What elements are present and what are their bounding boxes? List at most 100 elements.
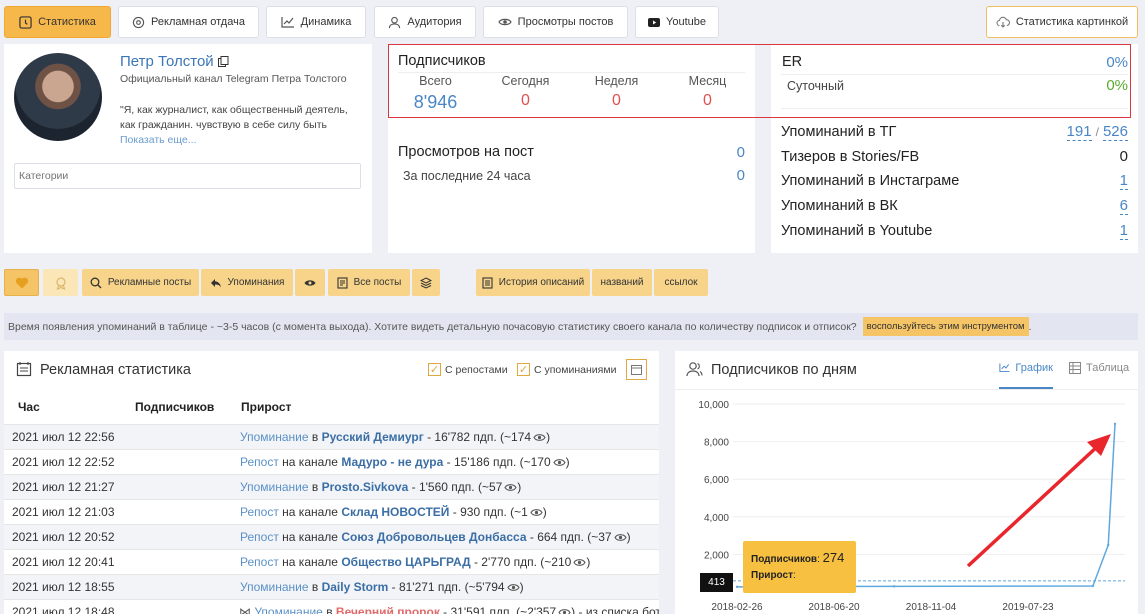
use-tool-button[interactable]: воспользуйтесь этим инструментом <box>862 317 1029 336</box>
row-mid: в <box>311 580 319 594</box>
eye-icon <box>497 18 512 26</box>
history-names-button[interactable]: названий <box>592 269 652 296</box>
row-info: - 664 пдп. (~37 <box>529 530 612 544</box>
list-icon <box>482 276 493 289</box>
channel-link[interactable]: Союз Добровольцев Донбасса <box>341 530 526 544</box>
eye-icon <box>553 459 566 466</box>
channel-link[interactable]: Daily Storm <box>322 580 389 594</box>
calendar-button[interactable] <box>626 359 647 380</box>
row-time: 2021 июл 12 22:56 <box>12 430 115 444</box>
subscribers-title: Подписчиков <box>398 53 486 69</box>
user-icon <box>389 16 401 28</box>
tab-chart[interactable]: График <box>999 362 1053 389</box>
x-tick-label: 2018-02-26 <box>711 602 763 613</box>
col-subscribers: Подписчиков <box>135 400 215 414</box>
history-links-button[interactable]: ссылок <box>654 269 708 296</box>
eye-icon <box>506 584 520 591</box>
mention-type-link[interactable]: Репост <box>240 555 279 569</box>
row-mid: на канале <box>282 505 338 519</box>
show-more-link[interactable]: Показать еще... <box>120 134 197 146</box>
row-time: 2021 июл 12 20:52 <box>12 530 115 544</box>
categories-input[interactable] <box>14 163 361 189</box>
history-descriptions-button[interactable]: История описаний <box>476 269 590 296</box>
mentions-button[interactable]: Упоминания <box>201 269 293 296</box>
subs-today: Сегодня 0 <box>501 74 550 109</box>
row-info: - 31'591 пдп. (~2'357 <box>443 605 557 614</box>
mention-type-link[interactable]: Репост <box>240 505 279 519</box>
eye-icon <box>573 559 586 566</box>
chart-line-icon <box>999 363 1010 372</box>
mention-type-link[interactable]: Упоминание <box>240 480 309 494</box>
y-tick-label: 6,000 <box>704 475 729 486</box>
er-daily-value: 0% <box>1106 77 1128 94</box>
row-info: - 16'782 пдп. (~174 <box>427 430 532 444</box>
mention-type-link[interactable]: Упоминание <box>254 605 323 614</box>
profile-card: Петр Толстой Официальный канал Telegram … <box>4 44 372 253</box>
badge-button[interactable] <box>43 269 78 296</box>
chart-tooltip: Подписчиков: 274 Прирост: <box>743 541 856 593</box>
row-close: ) <box>517 480 522 494</box>
x-tick-label: 2018-11-04 <box>906 602 957 613</box>
channel-link[interactable]: Мадуро - не дура <box>341 455 443 469</box>
tab-youtube[interactable]: Youtube <box>635 6 719 38</box>
picture-stats-button[interactable]: Статистика картинкой <box>986 6 1138 38</box>
row-info: - 2'770 пдп. (~210 <box>473 555 572 569</box>
channel-link[interactable]: Вечерний пророк <box>336 605 440 614</box>
megaphone-icon <box>132 16 145 28</box>
calendar-book-icon <box>16 362 32 377</box>
row-time: 2021 июл 12 18:48 <box>12 605 115 614</box>
tab-table[interactable]: Таблица <box>1069 362 1129 374</box>
mentions-checkbox[interactable]: ✓ С упоминаниями <box>517 363 616 376</box>
table-row: 2021 июл 12 20:41 Репост на канале Общест… <box>4 549 659 574</box>
channel-link[interactable]: Склад НОВОСТЕЙ <box>341 505 449 519</box>
table-row: 2021 июл 12 22:56 Упоминание в Русский Де… <box>4 424 659 449</box>
er-card: ER 0% Суточный 0% Упоминаний в ТГ 191 / … <box>771 44 1138 253</box>
mention-type-link[interactable]: Упоминание <box>240 430 309 444</box>
award-icon <box>55 276 66 290</box>
favorite-button[interactable] <box>4 269 39 296</box>
row-mid: в <box>311 480 319 494</box>
row-info: - 930 пдп. (~1 <box>452 505 528 519</box>
er-value: 0% <box>1106 54 1128 71</box>
tab-post-views[interactable]: Просмотры постов <box>483 6 628 38</box>
mention-type-link[interactable]: Упоминание <box>240 580 309 594</box>
mention-type-link[interactable]: Репост <box>240 455 279 469</box>
tab-ad-return[interactable]: Рекламная отдача <box>118 6 259 38</box>
all-posts-button[interactable]: Все посты <box>328 269 410 296</box>
channel-link[interactable]: Русский Демиург <box>322 430 424 444</box>
avatar <box>14 53 102 141</box>
cloud-download-icon <box>996 16 1010 28</box>
copy-icon[interactable] <box>217 56 229 67</box>
mentions-insta-row: Упоминаний в Инстаграме 1 <box>781 172 1128 190</box>
subs-by-day-title: Подписчиков по дням <box>711 362 857 378</box>
col-growth: Прирост <box>241 400 292 414</box>
mention-type-link[interactable]: Репост <box>240 530 279 544</box>
y-tick-label: 10,000 <box>698 400 729 411</box>
reposts-checkbox[interactable]: ✓ С репостами <box>428 363 508 376</box>
row-mid: на канале <box>282 530 338 544</box>
row-extra: ) - из списка бот <box>571 605 659 614</box>
mentions-youtube-row: Упоминаний в Youtube 1 <box>781 222 1128 240</box>
users-icon <box>686 362 703 377</box>
views-24h-label: За последние 24 часа <box>403 169 531 183</box>
tab-audience[interactable]: Аудитория <box>374 6 476 38</box>
eye-icon <box>530 509 543 516</box>
table-row: 2021 июл 12 21:27 Упоминание в Prosto.Siv… <box>4 474 659 499</box>
channel-link[interactable]: Prosto.Sivkova <box>322 480 409 494</box>
channel-name[interactable]: Петр Толстой <box>120 53 214 70</box>
tab-statistics[interactable]: Статистика <box>4 6 111 38</box>
row-close: ) <box>626 530 631 544</box>
tab-dynamics[interactable]: Динамика <box>266 6 366 38</box>
mentions-eye-button[interactable] <box>295 269 325 296</box>
row-mid: на канале <box>282 555 338 569</box>
y-tick-label: 8,000 <box>704 438 729 449</box>
x-tick-label: 2019-07-23 <box>1002 602 1054 613</box>
ad-posts-button[interactable]: Рекламные посты <box>82 269 199 296</box>
col-hour: Час <box>18 400 40 414</box>
channel-link[interactable]: Общество ЦАРЬГРАД <box>341 555 470 569</box>
row-close: ) <box>519 580 524 594</box>
y-tick-label: 4,000 <box>704 513 729 524</box>
layers-button[interactable] <box>412 269 440 296</box>
reply-icon <box>210 278 221 287</box>
table-row: 2021 июл 12 22:52 Репост на канале Мадуро… <box>4 449 659 474</box>
